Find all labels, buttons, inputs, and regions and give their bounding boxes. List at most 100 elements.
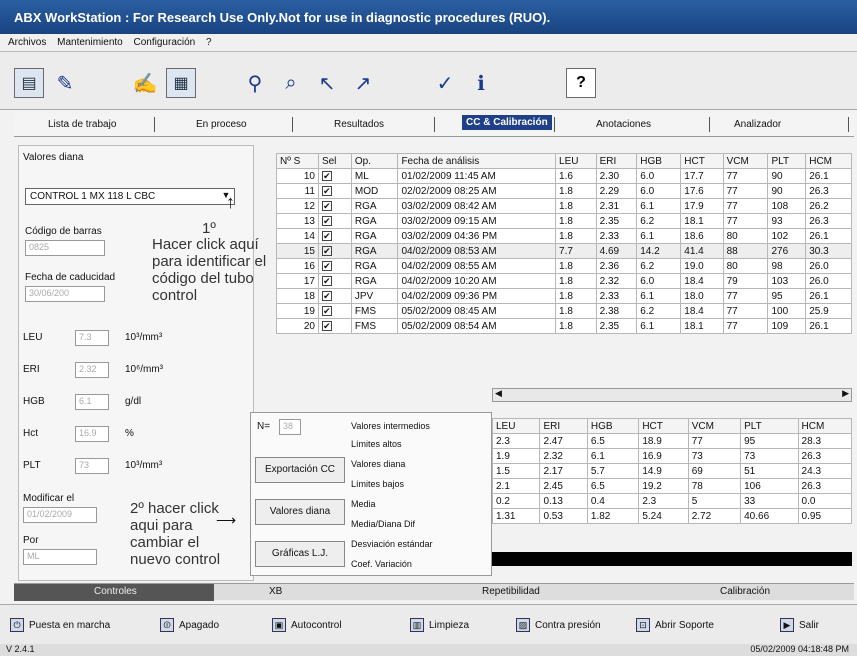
stat-label: Desviación estándar xyxy=(351,539,433,549)
table-cell: 2.3 xyxy=(491,433,541,449)
checkbox[interactable]: ✔ xyxy=(321,215,332,226)
table-cell: 2.3 xyxy=(638,493,689,509)
col-header[interactable]: HGB xyxy=(636,153,682,169)
tab-in-process[interactable]: En proceso xyxy=(196,119,247,130)
checkbox[interactable]: ✔ xyxy=(321,200,332,211)
table-row[interactable]: 20 ✔ FMS 05/02/2009 08:54 AM 1.8 2.35 6.1 18.1 7… xyxy=(276,318,852,334)
checkbox[interactable]: ✔ xyxy=(321,305,332,316)
info-icon[interactable]: ℹ xyxy=(466,68,496,98)
param-value[interactable]: 2.32 xyxy=(75,362,109,378)
menu-configuracion[interactable]: Configuración xyxy=(134,37,196,48)
col-header[interactable]: HCT xyxy=(680,153,724,169)
autocontrol-button[interactable]: ▣ Autocontrol xyxy=(272,614,342,636)
table-row[interactable]: 13 ✔ RGA 03/02/2009 09:15 AM 1.8 2.35 6.2 18.1 7… xyxy=(276,213,852,229)
tab-analyzer[interactable]: Analizador xyxy=(734,119,781,130)
backflush-button[interactable]: ▨ Contra presión xyxy=(516,614,601,636)
col-header[interactable]: HCM xyxy=(805,153,852,169)
col-header: HCM xyxy=(797,418,853,434)
menu-mantenimiento[interactable]: Mantenimiento xyxy=(57,37,123,48)
checkbox[interactable]: ✔ xyxy=(321,260,332,271)
checkbox[interactable]: ✔ xyxy=(321,320,332,331)
previous-icon[interactable]: ↖ xyxy=(312,68,342,98)
param-value[interactable]: 6.1 xyxy=(75,394,109,410)
shutdown-icon: ⏼ xyxy=(160,618,174,632)
expiry-field[interactable]: 30/06/200 xyxy=(25,286,105,302)
col-header[interactable]: LEU xyxy=(555,153,597,169)
menu-help[interactable]: ? xyxy=(206,37,212,48)
table-cell: 26.3 xyxy=(805,213,852,229)
printer-icon[interactable]: ▤ xyxy=(14,68,44,98)
tab-controls[interactable]: Controles xyxy=(14,584,214,601)
col-header[interactable]: Op. xyxy=(350,153,399,169)
col-header[interactable]: Nº S xyxy=(276,153,319,169)
checkbox[interactable]: ✔ xyxy=(321,185,332,196)
checkbox[interactable]: ✔ xyxy=(321,290,332,301)
tab-qc-calibration[interactable]: CC & Calibración xyxy=(462,115,552,130)
table-row[interactable]: 15 ✔ RGA 04/02/2009 08:53 AM 7.7 4.69 14.2 41.4… xyxy=(276,243,852,259)
tab-annotations[interactable]: Anotaciones xyxy=(596,119,651,130)
col-header[interactable]: VCM xyxy=(722,153,769,169)
open-holder-button[interactable]: ⊡ Abrir Soporte xyxy=(636,614,714,636)
table-row[interactable]: 19 ✔ FMS 05/02/2009 08:45 AM 1.8 2.38 6.2 18.4 7… xyxy=(276,303,852,319)
table-row: 2.3 2.47 6.5 18.9 77 95 28.3 xyxy=(491,433,853,449)
table-row[interactable]: 14 ✔ RGA 03/02/2009 04:36 PM 1.8 2.33 6.1 18.6 8… xyxy=(276,228,852,244)
col-header[interactable]: PLT xyxy=(767,153,807,169)
checkbox[interactable]: ✔ xyxy=(321,275,332,286)
validate-icon[interactable]: ✓ xyxy=(430,68,460,98)
search-icon[interactable]: ⌕ xyxy=(276,68,306,98)
scroll-left-icon[interactable]: ◀ xyxy=(495,388,502,399)
table-cell: 02/02/2009 08:25 AM xyxy=(397,183,557,199)
table-cell: 19 xyxy=(276,303,319,319)
horizontal-scrollbar[interactable]: ◀ ▶ xyxy=(492,388,852,402)
lj-charts-button[interactable]: Gráficas L.J. xyxy=(255,541,345,567)
control-select[interactable]: CONTROL 1 MX 118 L CBC ▼ xyxy=(25,188,235,205)
table-row[interactable]: 18 ✔ JPV 04/02/2009 09:36 PM 1.8 2.33 6.1 18.0 7… xyxy=(276,288,852,304)
records-icon[interactable]: ▦ xyxy=(166,68,196,98)
tab-repeatability[interactable]: Repetibilidad xyxy=(482,586,540,597)
scroll-right-icon[interactable]: ▶ xyxy=(842,388,849,399)
main-tabs: Lista de trabajo En proceso Resultados C… xyxy=(14,113,854,137)
col-header[interactable]: Sel xyxy=(317,153,352,169)
col-header[interactable]: Fecha de análisis xyxy=(397,153,557,169)
edit-icon[interactable]: ✎ xyxy=(50,68,80,98)
checkbox[interactable]: ✔ xyxy=(321,245,332,256)
tab-xb[interactable]: XB xyxy=(269,586,282,597)
param-value[interactable]: 16.9 xyxy=(75,426,109,442)
barcode-field[interactable]: 0825 xyxy=(25,240,105,256)
tab-results[interactable]: Resultados xyxy=(334,119,384,130)
tab-worklist[interactable]: Lista de trabajo xyxy=(48,119,116,130)
startup-button[interactable]: ⏻ Puesta en marcha xyxy=(10,614,110,636)
table-cell: 2.45 xyxy=(539,478,588,494)
modified-field[interactable]: 01/02/2009 xyxy=(23,507,97,523)
by-field[interactable]: ML xyxy=(23,549,97,565)
table-row[interactable]: 12 ✔ RGA 03/02/2009 08:42 AM 1.8 2.31 6.1 17.9 7… xyxy=(276,198,852,214)
exit-button[interactable]: ▶ Salir xyxy=(780,614,819,636)
shutdown-button[interactable]: ⏼ Apagado xyxy=(160,614,219,636)
patient-search-icon[interactable]: ⚲ xyxy=(240,68,270,98)
export-qc-button[interactable]: Exportación CC xyxy=(255,457,345,483)
tab-calibration[interactable]: Calibración xyxy=(720,586,770,597)
checkbox[interactable]: ✔ xyxy=(321,170,332,181)
next-icon[interactable]: ↗ xyxy=(348,68,378,98)
target-values-button[interactable]: Valores diana xyxy=(255,499,345,525)
button-label: Abrir Soporte xyxy=(655,619,714,631)
cleaning-button[interactable]: ▥ Limpieza xyxy=(410,614,469,636)
table-cell: 6.2 xyxy=(636,303,682,319)
table-row[interactable]: 16 ✔ RGA 04/02/2009 08:55 AM 1.8 2.36 6.2 19.0 8… xyxy=(276,258,852,274)
table-row[interactable]: 17 ✔ RGA 04/02/2009 10:20 AM 1.8 2.32 6.0 18.4 7… xyxy=(276,273,852,289)
param-value[interactable]: 7.3 xyxy=(75,330,109,346)
table-row[interactable]: 10 ✔ ML 01/02/2009 11:45 AM 1.6 2.30 6.0 17.7 77… xyxy=(276,168,852,184)
pen-icon[interactable]: ✍ xyxy=(130,68,160,98)
stat-label: Media xyxy=(351,499,376,509)
table-row[interactable]: 11 ✔ MOD 02/02/2009 08:25 AM 1.8 2.29 6.0 17.6 7… xyxy=(276,183,852,199)
table-cell: 95 xyxy=(740,433,799,449)
col-header[interactable]: ERI xyxy=(595,153,638,169)
table-cell: 77 xyxy=(722,303,769,319)
param-value[interactable]: 73 xyxy=(75,458,109,474)
menu-archivos[interactable]: Archivos xyxy=(8,37,46,48)
button-label: Apagado xyxy=(179,619,220,631)
table-cell: 16.9 xyxy=(638,448,689,464)
checkbox[interactable]: ✔ xyxy=(321,230,332,241)
help-icon[interactable]: ? xyxy=(566,68,596,98)
n-field: 38 xyxy=(279,419,301,435)
